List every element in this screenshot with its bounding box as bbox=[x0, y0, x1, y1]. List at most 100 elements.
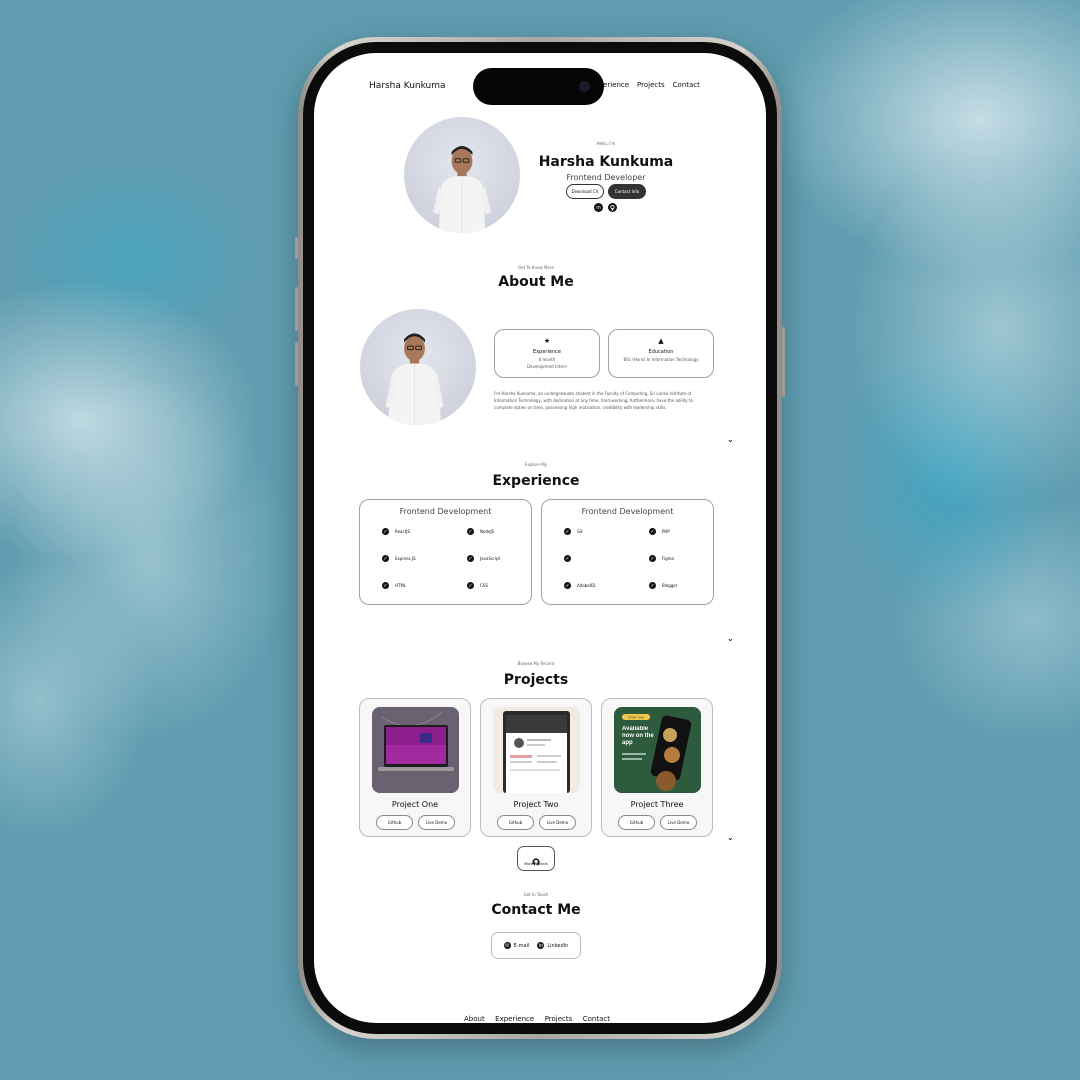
about-description: I'm Harsha Kunkuma, an undergraduate stu… bbox=[494, 391, 693, 410]
hero-profile-photo bbox=[404, 117, 520, 233]
about-card-detail: 6 month Development Intern bbox=[526, 357, 568, 369]
project-name: Project Three bbox=[630, 800, 684, 809]
contact-linkedin[interactable]: in LinkedIn bbox=[537, 942, 568, 949]
phone-volume-up-button bbox=[295, 287, 298, 331]
skill-item: ✓ Figma bbox=[649, 555, 675, 562]
contact-email[interactable]: ✉ E-mail bbox=[503, 942, 529, 949]
about-card-title: Experience bbox=[533, 349, 561, 355]
footer-link-about[interactable]: About bbox=[464, 1015, 485, 1023]
check-icon: ✓ bbox=[382, 528, 389, 535]
download-cv-button[interactable]: Download CV bbox=[566, 184, 604, 199]
skill-item: ✓ JavaScript bbox=[467, 555, 501, 562]
check-icon: ✓ bbox=[564, 582, 571, 589]
nav-links: Experience Projects Contact bbox=[590, 81, 700, 89]
contact-methods: ✉ E-mail in LinkedIn bbox=[491, 932, 581, 959]
experience-card-2: Frontend Development ✓ Git ✓ PHP ✓ ✓ Figma … bbox=[541, 499, 714, 605]
experience-group-title: Frontend Development bbox=[399, 507, 492, 516]
skill-item: ✓ PHP bbox=[649, 528, 670, 535]
skill-item: ✓ bbox=[564, 555, 577, 562]
hero-name: Harsha Kunkuma bbox=[538, 154, 674, 170]
phone-action-button bbox=[295, 237, 298, 259]
more-projects-button[interactable]: More Projects bbox=[517, 846, 555, 871]
phone-volume-down-button bbox=[295, 342, 298, 386]
contact-info-button[interactable]: Contact Info bbox=[608, 184, 646, 199]
project-card-2: Project Two Github Live Demo bbox=[480, 698, 592, 837]
projects-subtitle: Browse My Recent bbox=[517, 661, 555, 666]
project-live-demo-button[interactable]: Live Demo bbox=[418, 815, 455, 830]
scroll-down-icon[interactable]: ⌄ bbox=[727, 634, 734, 643]
project-live-demo-button[interactable]: Live Demo bbox=[539, 815, 576, 830]
footer-link-experience[interactable]: Experience bbox=[495, 1015, 534, 1023]
skill-item: ✓ AdobeXD bbox=[564, 582, 596, 589]
github-icon bbox=[518, 851, 554, 870]
camera-icon bbox=[579, 81, 590, 92]
nav-link-projects[interactable]: Projects bbox=[637, 81, 665, 89]
experience-group-title: Frontend Development bbox=[581, 507, 674, 516]
phone-frame: Harsha Kunkuma Experience Projects Conta… bbox=[295, 37, 785, 1039]
phone-bezel: Harsha Kunkuma Experience Projects Conta… bbox=[303, 42, 777, 1034]
linkedin-icon[interactable]: in bbox=[594, 203, 603, 212]
github-icon[interactable] bbox=[608, 203, 617, 212]
linkedin-icon: in bbox=[537, 942, 545, 949]
nav-link-contact[interactable]: Contact bbox=[673, 81, 700, 89]
project-two-thumbnail[interactable] bbox=[493, 707, 580, 793]
svg-text:Order now: Order now bbox=[628, 716, 645, 720]
scroll-down-icon[interactable]: ⌄ bbox=[727, 833, 734, 842]
check-icon: ✓ bbox=[649, 555, 656, 562]
check-icon: ✓ bbox=[649, 528, 656, 535]
project-github-button[interactable]: Github bbox=[376, 815, 413, 830]
award-icon: ★ bbox=[543, 337, 551, 345]
email-icon: ✉ bbox=[503, 942, 511, 949]
skill-item: ✓ NodeJS bbox=[467, 528, 495, 535]
check-icon: ✓ bbox=[467, 582, 474, 589]
about-education-card: ▲ Education BSc (Hons) In Information Te… bbox=[608, 329, 714, 378]
hero-role: Frontend Developer bbox=[566, 173, 646, 182]
project-github-button[interactable]: Github bbox=[618, 815, 655, 830]
check-icon: ✓ bbox=[382, 555, 389, 562]
footer-link-contact[interactable]: Contact bbox=[583, 1015, 610, 1023]
dynamic-island bbox=[473, 68, 604, 105]
project-card-3: Order now Available now on the app Proje… bbox=[601, 698, 713, 837]
skill-item: ✓ Blogger bbox=[649, 582, 678, 589]
check-icon: ✓ bbox=[467, 555, 474, 562]
about-card-title: Education bbox=[648, 349, 674, 355]
about-title: About Me bbox=[498, 274, 574, 290]
check-icon: ✓ bbox=[467, 528, 474, 535]
experience-title: Experience bbox=[492, 473, 580, 489]
contact-title: Contact Me bbox=[491, 902, 581, 918]
phone-power-button bbox=[782, 327, 785, 397]
person-illustration bbox=[433, 146, 491, 233]
project-one-thumbnail[interactable] bbox=[372, 707, 459, 793]
project-name: Project Two bbox=[513, 800, 559, 809]
project-live-demo-button[interactable]: Live Demo bbox=[660, 815, 697, 830]
projects-title: Projects bbox=[503, 672, 569, 688]
footer-nav: About Experience Projects Contact bbox=[464, 1015, 610, 1023]
hero-greeting: Hello, I'm bbox=[596, 141, 616, 146]
project-card-1: Project One Github Live Demo bbox=[359, 698, 471, 837]
about-subtitle: Get To Know More bbox=[518, 265, 554, 270]
contact-subtitle: Get in Touch bbox=[523, 892, 549, 897]
check-icon: ✓ bbox=[382, 582, 389, 589]
nav-brand[interactable]: Harsha Kunkuma bbox=[369, 81, 446, 91]
check-icon: ✓ bbox=[649, 582, 656, 589]
experience-subtitle: Explore My bbox=[524, 462, 548, 467]
experience-card-1: Frontend Development ✓ ReactJS ✓ NodeJS ✓ E… bbox=[359, 499, 532, 605]
project-github-button[interactable]: Github bbox=[497, 815, 534, 830]
about-profile-photo bbox=[360, 309, 476, 425]
skill-item: ✓ CSS bbox=[467, 582, 488, 589]
check-icon: ✓ bbox=[564, 555, 571, 562]
more-projects-label: More Projects bbox=[524, 862, 548, 866]
person-illustration bbox=[385, 333, 444, 425]
project-name: Project One bbox=[391, 800, 439, 809]
skill-item: ✓ Express.JS bbox=[382, 555, 416, 562]
check-icon: ✓ bbox=[564, 528, 571, 535]
graduation-icon: ▲ bbox=[658, 337, 664, 345]
scroll-down-icon[interactable]: ⌄ bbox=[727, 435, 734, 444]
about-experience-card: ★ Experience 6 month Development Intern bbox=[494, 329, 600, 378]
skill-item: ✓ Git bbox=[564, 528, 583, 535]
about-card-detail: BSc (Hons) In Information Technology bbox=[623, 357, 699, 362]
footer-link-projects[interactable]: Projects bbox=[545, 1015, 573, 1023]
skill-item: ✓ ReactJS bbox=[382, 528, 410, 535]
phone-screen: Harsha Kunkuma Experience Projects Conta… bbox=[314, 53, 766, 1023]
project-three-thumbnail[interactable]: Order now Available now on the app bbox=[614, 707, 701, 793]
